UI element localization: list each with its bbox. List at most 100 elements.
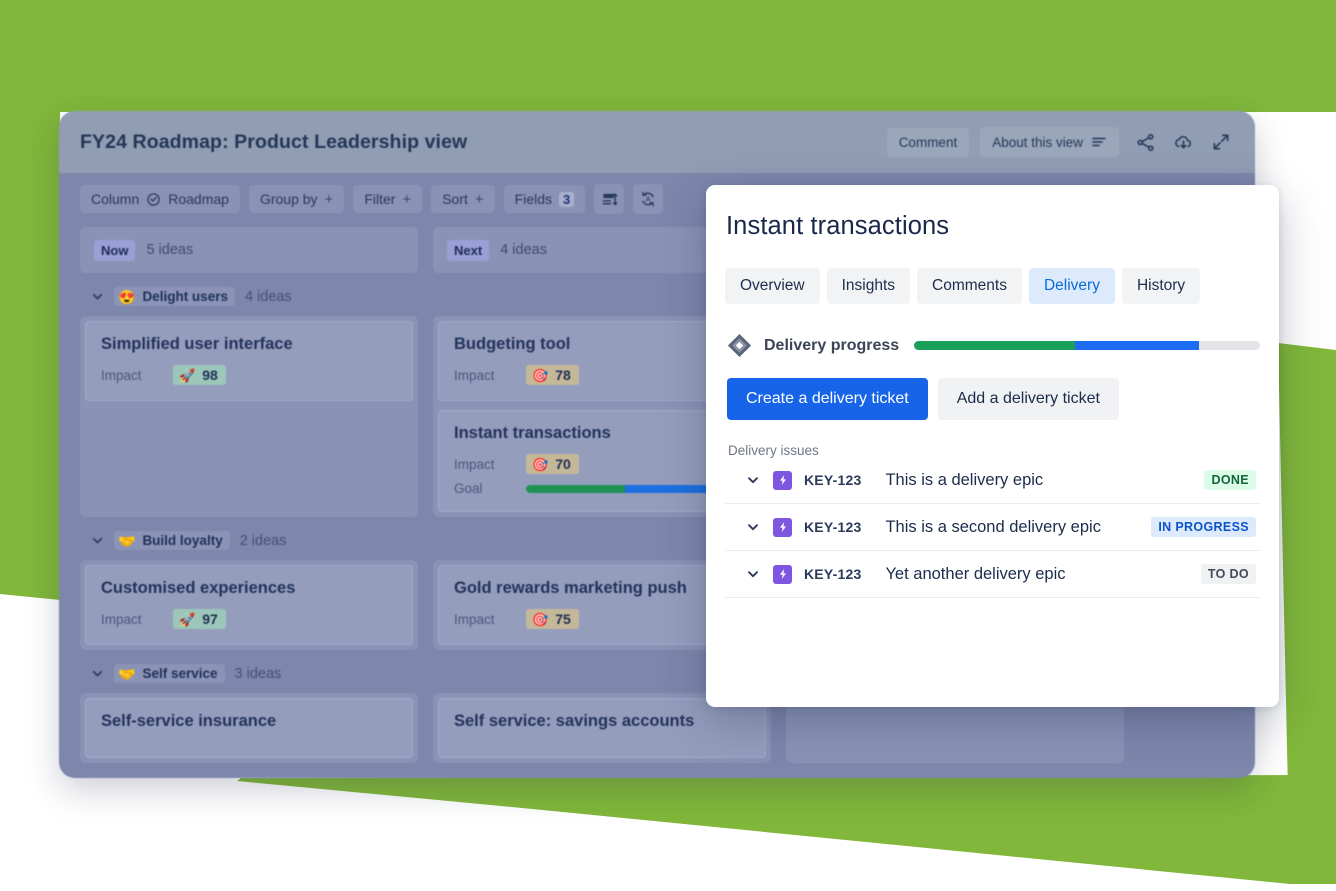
delivery-progress-bar	[914, 341, 1260, 350]
issue-summary[interactable]: This is a second delivery epic	[885, 518, 1101, 537]
issue-key[interactable]: KEY-123	[804, 566, 861, 582]
status-badge: TO DO	[1200, 564, 1256, 584]
column-count-next: 4 ideas	[500, 242, 547, 258]
toolbar-fields-label: Fields	[514, 191, 553, 207]
group-pill: 😍 Delight users	[114, 287, 235, 306]
idea-title: Simplified user interface	[101, 335, 293, 353]
about-this-view-label: About this view	[992, 134, 1083, 150]
progress-segment-in-progress	[1074, 341, 1200, 350]
list-icon	[1091, 134, 1107, 150]
field-label: Impact	[454, 456, 495, 472]
delivery-progress-label: Delivery progress	[764, 336, 900, 354]
table-row[interactable]: KEY-123 This is a delivery epic DONE	[725, 458, 1260, 504]
chevron-down-icon[interactable]	[745, 566, 761, 582]
column-header: Now 5 ideas	[80, 227, 418, 273]
field-label: Goal	[454, 481, 483, 496]
toolbar-groupby-button[interactable]: Group by +	[248, 185, 345, 213]
field-label: Impact	[101, 611, 142, 627]
chevron-down-icon[interactable]	[90, 534, 104, 548]
expand-icon[interactable]	[1209, 130, 1233, 154]
group-emoji: 🤝	[118, 665, 136, 682]
toolbar-filter-button[interactable]: Filter +	[353, 185, 423, 213]
delivery-issues-list: KEY-123 This is a delivery epic DONE KEY…	[725, 458, 1260, 598]
plus-icon: +	[474, 190, 484, 208]
create-delivery-ticket-button[interactable]: Create a delivery ticket	[727, 378, 928, 420]
row-height-icon[interactable]	[594, 184, 625, 214]
plus-icon: +	[324, 190, 334, 208]
modal-tabs: Overview Insights Comments Delivery Hist…	[725, 268, 1260, 304]
group-pill: 🤝 Self service	[114, 664, 225, 683]
idea-card-customised-experiences[interactable]: Customised experiences Impact 🚀 97	[85, 565, 413, 645]
green-shape-left	[0, 0, 60, 600]
svg-text:A: A	[646, 195, 651, 204]
roadmap-circle-icon	[146, 192, 161, 207]
goal-bar-blue	[624, 484, 709, 493]
comment-button[interactable]: Comment	[886, 127, 970, 157]
impact-value: 70	[555, 456, 571, 472]
table-row[interactable]: KEY-123 This is a second delivery epic I…	[725, 504, 1260, 551]
tab-insights[interactable]: Insights	[826, 268, 911, 304]
rocket-icon: 🚀	[179, 367, 196, 383]
auto-refresh-icon[interactable]: A	[633, 184, 664, 214]
card-slot: Customised experiences Impact 🚀 97	[80, 560, 418, 650]
add-delivery-ticket-button[interactable]: Add a delivery ticket	[937, 378, 1119, 420]
delivery-progress-row: Delivery progress	[725, 333, 1260, 358]
chevron-down-icon[interactable]	[90, 290, 104, 304]
issue-summary[interactable]: Yet another delivery epic	[885, 565, 1065, 584]
screenshot-stage: FY24 Roadmap: Product Leadership view Co…	[0, 0, 1336, 891]
epic-bolt-icon	[773, 564, 792, 584]
delivery-issues-heading: Delivery issues	[728, 443, 819, 458]
group-name: Delight users	[142, 289, 228, 304]
issue-key[interactable]: KEY-123	[804, 519, 861, 535]
status-badge: IN PROGRESS	[1151, 517, 1256, 537]
column-count-now: 5 ideas	[146, 242, 194, 258]
impact-tag: 🎯 78	[526, 365, 579, 385]
idea-detail-modal: Instant transactions Overview Insights C…	[706, 185, 1279, 707]
tab-comments[interactable]: Comments	[917, 268, 1022, 304]
tab-history[interactable]: History	[1121, 268, 1201, 304]
impact-tag: 🎯 75	[526, 609, 579, 629]
target-icon: 🎯	[532, 456, 549, 472]
cloud-download-icon[interactable]	[1171, 130, 1195, 154]
epic-bolt-icon	[773, 517, 792, 537]
share-icon[interactable]	[1133, 130, 1157, 154]
group-count: 3 ideas	[234, 665, 282, 682]
group-name: Build loyalty	[142, 533, 223, 548]
toolbar-sort-label: Sort	[442, 191, 468, 207]
toolbar-column-label: Column	[91, 191, 140, 207]
rocket-icon: 🚀	[179, 611, 196, 627]
page-title: FY24 Roadmap: Product Leadership view	[80, 130, 468, 153]
goal-bar-green	[526, 484, 625, 493]
column-badge-now: Now	[94, 239, 136, 261]
impact-value: 78	[555, 367, 571, 383]
goal-progress-bar	[526, 484, 736, 493]
delivery-actions: Create a delivery ticket Add a delivery …	[725, 378, 1260, 420]
group-emoji: 😍	[118, 288, 136, 305]
idea-card-simplified-user-interface[interactable]: Simplified user interface Impact 🚀 98	[85, 321, 413, 401]
card-slot: Self-service insurance	[80, 693, 418, 763]
toolbar-fields-button[interactable]: Fields 3	[503, 185, 586, 213]
tab-delivery[interactable]: Delivery	[1028, 268, 1115, 304]
group-count: 2 ideas	[239, 532, 287, 549]
toolbar-column-button[interactable]: Column Roadmap	[80, 185, 240, 213]
table-row[interactable]: KEY-123 Yet another delivery epic TO DO	[725, 551, 1260, 598]
tab-overview[interactable]: Overview	[725, 268, 820, 304]
issue-key[interactable]: KEY-123	[804, 472, 861, 488]
card-slot: Simplified user interface Impact 🚀 98	[80, 316, 418, 517]
toolbar-sort-button[interactable]: Sort +	[431, 185, 495, 213]
about-this-view-button[interactable]: About this view	[980, 127, 1119, 157]
issue-summary[interactable]: This is a delivery epic	[885, 471, 1043, 490]
header-actions: Comment About this view	[886, 127, 1233, 157]
idea-card-self-service-insurance[interactable]: Self-service insurance	[85, 698, 413, 758]
chevron-down-icon[interactable]	[90, 667, 104, 681]
idea-field-impact: Impact 🚀 97	[101, 609, 397, 629]
chevron-down-icon[interactable]	[745, 472, 761, 488]
group-pill: 🤝 Build loyalty	[114, 531, 230, 550]
progress-segment-done	[914, 341, 1075, 350]
chevron-down-icon[interactable]	[745, 519, 761, 535]
group-name: Self service	[142, 666, 218, 681]
app-window-header: FY24 Roadmap: Product Leadership view Co…	[59, 111, 1255, 173]
group-count: 4 ideas	[244, 288, 292, 305]
idea-card-self-service-savings-accounts[interactable]: Self service: savings accounts	[438, 698, 766, 758]
impact-tag: 🎯 70	[526, 454, 579, 474]
